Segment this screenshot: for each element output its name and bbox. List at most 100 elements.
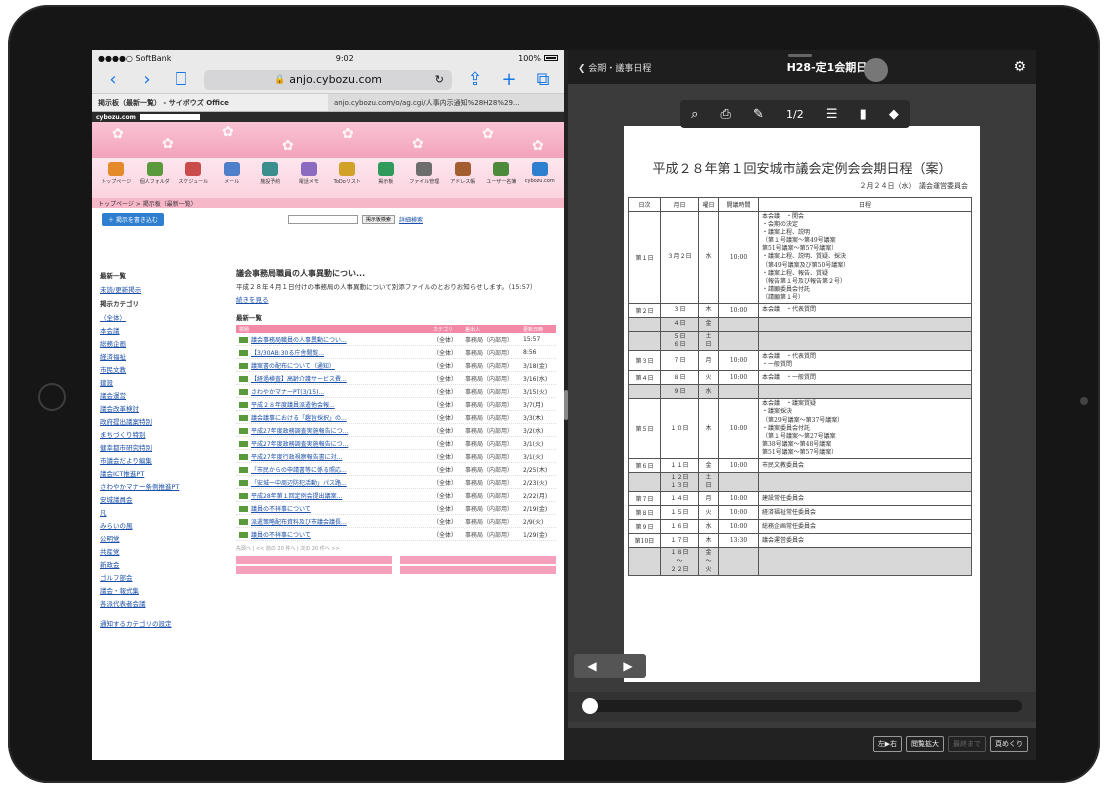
app-users[interactable]: ユーザー名簿	[483, 162, 520, 194]
app-address[interactable]: アドレス帳	[445, 162, 482, 194]
table-row[interactable]: 議員の不祥事について （全体） 事務局（内部用） 1/29(金)	[236, 528, 556, 542]
sidebar-category-item[interactable]: 建設	[100, 377, 220, 387]
post-link[interactable]: 「安城一中周辺防犯活動」パス路...	[239, 478, 433, 487]
sidebar-category-item[interactable]: 安城議員会	[100, 494, 220, 504]
tabs-icon[interactable]: ⧉	[532, 69, 554, 90]
direction-button[interactable]: 左▶右	[872, 736, 902, 752]
next-page-icon[interactable]: ▶	[623, 659, 632, 673]
app-cybozu[interactable]: cybozu.com	[522, 162, 559, 194]
bulletin-search-input[interactable]	[287, 214, 358, 224]
address-bar[interactable]: 🔒 anjo.cybozu.com ↻	[204, 69, 452, 90]
drag-handle[interactable]	[788, 54, 812, 57]
sidebar-category-item[interactable]: （全体）	[100, 312, 220, 322]
post-link[interactable]: 【3/30AB:30る庁舎閲覧...	[239, 348, 433, 357]
post-link[interactable]: 平成27年度行政視察報告書に対...	[239, 452, 433, 461]
post-link[interactable]: 議員の不祥事について	[239, 530, 433, 539]
back-button[interactable]: ❮ 会期・議事日程	[578, 61, 651, 74]
list-icon[interactable]: ☰	[826, 107, 838, 122]
table-row[interactable]: 【経過検査】高齢介護サービス費... （全体） 事務局（内部用） 3/16(水)	[236, 372, 556, 386]
sidebar-category-item[interactable]: 議会運営	[100, 390, 220, 400]
table-row[interactable]: 議員の不祥事について （全体） 事務局（内部用） 2/19(金)	[236, 502, 556, 516]
table-row[interactable]: 平成２８年度議員派遣他会報... （全体） 事務局（内部用） 3/7(月)	[236, 398, 556, 412]
sidebar-category-item[interactable]: まちづくり特別	[100, 429, 220, 439]
app-files[interactable]: ファイル管理	[406, 162, 443, 194]
table-row[interactable]: 平成27年度政務調査実施報告につ... （全体） 事務局（内部用） 3/1(火)	[236, 437, 556, 451]
app-phone-memo[interactable]: 電話メモ	[291, 162, 328, 194]
table-row[interactable]: 「市民からの申請書等に係る照応... （全体） 事務局（内部用） 2/25(木)	[236, 463, 556, 477]
sidebar-category-item[interactable]: 経済福祉	[100, 351, 220, 361]
post-link[interactable]: 平成27年度政務調査実施報告につ...	[239, 426, 433, 435]
sidebar-category-item[interactable]: 各派代表者会議	[100, 598, 220, 608]
table-row[interactable]: さわやかマナーPT(3/15)... （全体） 事務局（内部用） 3/15(火)	[236, 385, 556, 399]
bookmarks-icon[interactable]: ⎕	[170, 69, 192, 90]
sidebar-category-item[interactable]: 新政会	[100, 559, 220, 569]
bulletin-search-button[interactable]: 掲示板検索	[361, 214, 395, 224]
page-slider[interactable]	[568, 692, 1036, 722]
zoom-button[interactable]: 閲覧拡大	[906, 736, 944, 752]
sidebar-category-item[interactable]: 本会議	[100, 325, 220, 335]
tab-bulletin[interactable]: 掲示板（最新一覧） - サイボウズ Office	[92, 94, 328, 111]
table-row[interactable]: 平成27年度行政視察報告書に対... （全体） 事務局（内部用） 3/1(火)	[236, 450, 556, 464]
sidebar-head-latest[interactable]: 最新一覧	[100, 270, 220, 280]
app-schedule[interactable]: スケジュール	[175, 162, 212, 194]
stamp-icon[interactable]: ◆	[889, 107, 899, 122]
to-end-button[interactable]: 最終まで	[948, 736, 986, 752]
table-row[interactable]: 平成27年度政務調査実施報告につ... （全体） 事務局（内部用） 3/2(水)	[236, 424, 556, 438]
home-button[interactable]	[38, 383, 66, 411]
table-row[interactable]: 議会議事における「趣旨採択」の... （全体） 事務局（内部用） 3/3(木)	[236, 411, 556, 425]
read-more-link[interactable]: 続きを見る	[236, 294, 556, 304]
post-link[interactable]: 議員の不祥事について	[239, 504, 433, 513]
app-top[interactable]: トップページ	[98, 162, 135, 194]
page-turn-button[interactable]: 頁めくり	[990, 736, 1028, 752]
tab-notice[interactable]: anjo.cybozu.com/o/ag.cgi/人事内示通知%28H28%29…	[328, 94, 564, 111]
table-row[interactable]: 【3/30AB:30る庁舎閲覧... （全体） 事務局（内部用） 8:56	[236, 346, 556, 360]
new-tab-icon[interactable]: +	[498, 69, 520, 90]
sidebar-category-item[interactable]: 市議会だより編集	[100, 455, 220, 465]
post-link[interactable]: 議会議事における「趣旨採択」の...	[239, 413, 433, 422]
category-settings-link[interactable]: 通知するカテゴリの設定	[100, 618, 220, 628]
post-link[interactable]: さわやかマナーPT(3/15)...	[239, 387, 433, 396]
slider-knob[interactable]	[582, 698, 598, 714]
post-link[interactable]: 平成28年第１回定例会提出議案...	[239, 491, 433, 500]
app-todo[interactable]: ToDoリスト	[329, 162, 366, 194]
cybozu-search-input[interactable]	[139, 114, 200, 120]
app-facility[interactable]: 施設予約	[252, 162, 289, 194]
print-icon[interactable]: ⎙	[720, 107, 730, 122]
sidebar-category-item[interactable]: 公明党	[100, 533, 220, 543]
prev-page-icon[interactable]: ◀	[587, 659, 596, 673]
pager[interactable]: 先頭へ | << 前の 20 件へ | 次の 20 件へ >>	[236, 545, 556, 552]
write-post-button[interactable]: ＋ 掲示を書き込む	[102, 212, 164, 226]
app-mail[interactable]: メール	[214, 162, 251, 194]
sidebar-category-item[interactable]: みらいの風	[100, 520, 220, 530]
edit-icon[interactable]: ✎	[753, 107, 764, 122]
sidebar-category-item[interactable]: 健幸都市研究特別	[100, 442, 220, 452]
reload-icon[interactable]: ↻	[435, 73, 444, 86]
bookmark-icon[interactable]: ▮	[860, 107, 867, 122]
back-icon[interactable]: ‹	[102, 69, 124, 90]
post-title[interactable]: 議会事務局職員の人事異動につい...	[236, 268, 556, 279]
table-row[interactable]: 「安城一中周辺防犯活動」パス路... （全体） 事務局（内部用） 2/23(火)	[236, 476, 556, 490]
sidebar-category-item[interactable]: 市民文教	[100, 364, 220, 374]
sidebar-category-item[interactable]: ゴルフ部会	[100, 572, 220, 582]
app-bulletin[interactable]: 掲示板	[368, 162, 405, 194]
post-link[interactable]: 派遣策略配布資料及び市議会議長...	[239, 517, 433, 526]
post-link[interactable]: 議案書の配布について（通知）	[239, 361, 433, 370]
sidebar-category-item[interactable]: さわやかマナー条例推進PT	[100, 481, 220, 491]
sidebar-category-item[interactable]: 凡	[100, 507, 220, 517]
sidebar-category-item[interactable]: 総務企画	[100, 338, 220, 348]
post-link[interactable]: 「市民からの申請書等に係る照応...	[239, 465, 433, 474]
sidebar-category-item[interactable]: 議会ICT推進PT	[100, 468, 220, 478]
sidebar-category-item[interactable]: 議会改革検討	[100, 403, 220, 413]
table-row[interactable]: 派遣策略配布資料及び市議会議長... （全体） 事務局（内部用） 2/9(火)	[236, 515, 556, 529]
gear-icon[interactable]: ⚙	[1013, 59, 1026, 75]
sidebar-category-item[interactable]: 議会・報式集	[100, 585, 220, 595]
forward-icon[interactable]: ›	[136, 69, 158, 90]
search-icon[interactable]: ⌕	[691, 107, 698, 122]
sidebar-category-item[interactable]: 政府提出議案特別	[100, 416, 220, 426]
post-link[interactable]: 議会事務局職員の人事異動につい...	[239, 335, 433, 344]
table-row[interactable]: 議会事務局職員の人事異動につい... （全体） 事務局（内部用） 15:57	[236, 333, 556, 347]
table-row[interactable]: 平成28年第１回定例会提出議案... （全体） 事務局（内部用） 2/22(月)	[236, 489, 556, 503]
advanced-search-link[interactable]: 詳細検索	[399, 215, 423, 224]
post-link[interactable]: 【経過検査】高齢介護サービス費...	[239, 374, 433, 383]
assistive-touch-icon[interactable]	[864, 58, 888, 82]
